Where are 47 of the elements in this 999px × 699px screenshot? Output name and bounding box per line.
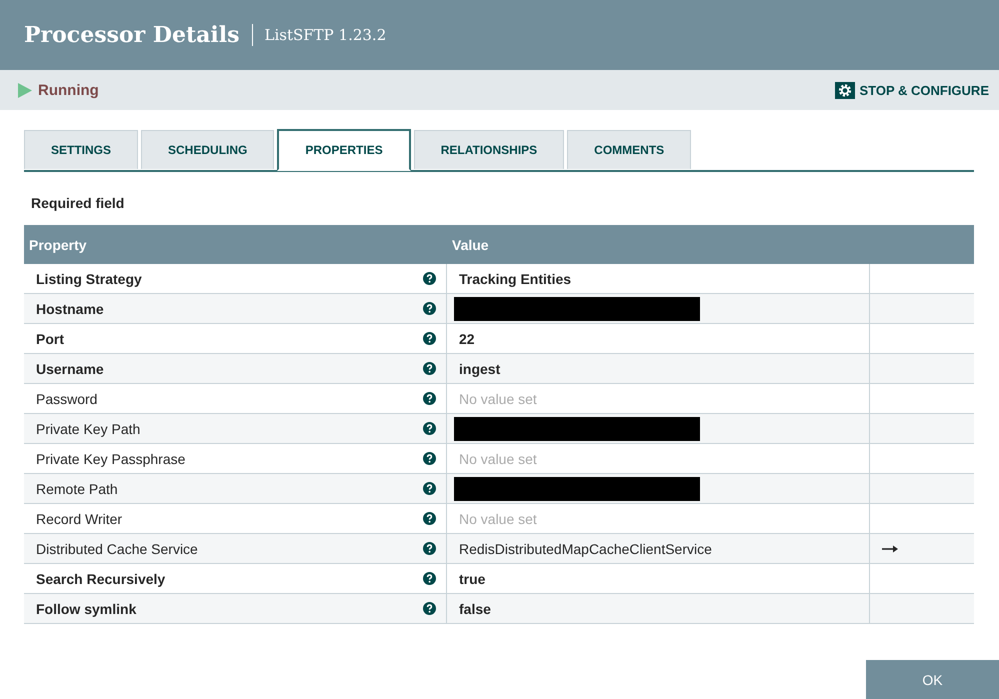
help-icon[interactable] bbox=[423, 362, 436, 375]
no-value-text: No value set bbox=[459, 390, 537, 406]
property-name: Listing Strategy bbox=[36, 270, 142, 286]
property-name: Port bbox=[36, 330, 64, 346]
help-icon[interactable] bbox=[423, 332, 436, 345]
tab[interactable]: RELATIONSHIPS bbox=[414, 130, 564, 169]
processor-type: ListSFTP 1.23.2 bbox=[264, 26, 386, 44]
property-name: Username bbox=[36, 360, 104, 376]
property-value: false bbox=[459, 600, 491, 616]
property-name: Record Writer bbox=[36, 510, 122, 526]
property-name: Private Key Passphrase bbox=[36, 450, 186, 466]
property-name: Remote Path bbox=[36, 480, 118, 496]
tab[interactable]: COMMENTS bbox=[567, 130, 692, 169]
tab[interactable]: SETTINGS bbox=[24, 130, 138, 169]
property-name: Follow symlink bbox=[36, 600, 136, 616]
property-value: Tracking Entities bbox=[459, 270, 572, 286]
property-value: true bbox=[459, 570, 486, 586]
help-icon[interactable] bbox=[423, 392, 436, 405]
help-icon[interactable] bbox=[423, 572, 436, 585]
help-icon[interactable] bbox=[423, 422, 436, 435]
help-icon[interactable] bbox=[423, 272, 436, 285]
stop-configure-button[interactable]: STOP & CONFIGURE bbox=[835, 82, 989, 98]
gear-icon bbox=[835, 82, 856, 98]
status-label: Running bbox=[38, 82, 99, 98]
no-value-text: No value set bbox=[459, 510, 537, 526]
property-name: Password bbox=[36, 390, 98, 406]
help-icon[interactable] bbox=[423, 512, 436, 525]
column-header: Property bbox=[28, 236, 88, 252]
column-header: Value bbox=[451, 236, 490, 252]
tab[interactable]: PROPERTIES bbox=[277, 129, 411, 171]
property-name: Distributed Cache Service bbox=[36, 540, 198, 556]
help-icon[interactable] bbox=[423, 602, 436, 615]
help-icon[interactable] bbox=[423, 542, 436, 555]
property-name: Search Recursively bbox=[36, 570, 166, 586]
property-value: RedisDistributedMapCacheClientService bbox=[459, 540, 712, 556]
property-value: ingest bbox=[459, 360, 500, 376]
property-name: Hostname bbox=[36, 300, 104, 316]
property-name: Private Key Path bbox=[36, 420, 140, 436]
help-icon[interactable] bbox=[423, 482, 436, 495]
help-icon[interactable] bbox=[423, 302, 436, 315]
help-icon[interactable] bbox=[423, 452, 436, 465]
property-value: 22 bbox=[459, 330, 475, 346]
arrow-icon[interactable] bbox=[882, 544, 898, 552]
dialog-title: Processor Details bbox=[24, 22, 240, 48]
no-value-text: No value set bbox=[459, 450, 537, 466]
required-field-note: Required field bbox=[31, 195, 126, 211]
tab[interactable]: SCHEDULING bbox=[141, 130, 274, 169]
